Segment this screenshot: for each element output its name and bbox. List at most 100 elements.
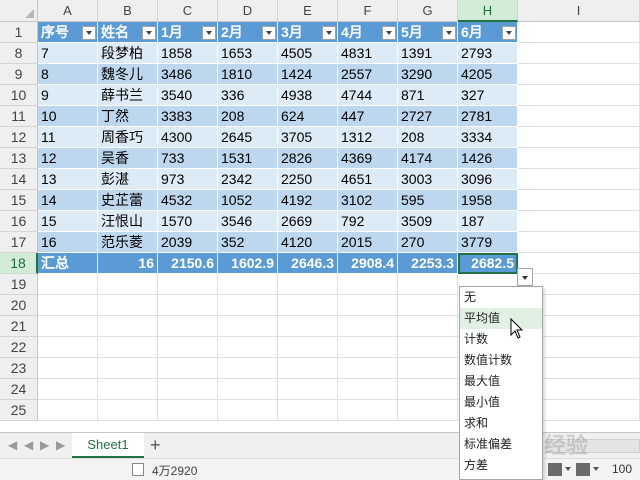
table-cell[interactable]: 1570 <box>158 211 218 232</box>
table-cell[interactable]: 8 <box>38 64 98 85</box>
row-header[interactable]: 17 <box>0 232 38 253</box>
table-cell[interactable]: 1858 <box>158 43 218 64</box>
empty-cell[interactable] <box>338 379 398 400</box>
empty-cell[interactable] <box>158 379 218 400</box>
empty-cell[interactable] <box>278 295 338 316</box>
table-cell[interactable]: 2669 <box>278 211 338 232</box>
column-header-d[interactable]: D <box>218 0 278 22</box>
table-cell[interactable]: 208 <box>218 106 278 127</box>
row-header[interactable]: 24 <box>0 379 38 400</box>
table-cell[interactable]: 4831 <box>338 43 398 64</box>
table-cell[interactable]: 4120 <box>278 232 338 253</box>
empty-cell[interactable] <box>158 316 218 337</box>
row-header[interactable]: 25 <box>0 400 38 421</box>
table-cell[interactable]: 973 <box>158 169 218 190</box>
empty-cell[interactable] <box>518 232 640 253</box>
empty-cell[interactable] <box>398 274 458 295</box>
table-cell[interactable]: 3102 <box>338 190 398 211</box>
table-cell[interactable]: 薛书兰 <box>98 85 158 106</box>
filter-dropdown-icon[interactable] <box>502 26 516 40</box>
table-cell[interactable]: 范乐菱 <box>98 232 158 253</box>
table-cell[interactable]: 4192 <box>278 190 338 211</box>
empty-cell[interactable] <box>518 211 640 232</box>
table-cell[interactable]: 3383 <box>158 106 218 127</box>
table-cell[interactable]: 2727 <box>398 106 458 127</box>
total-cell[interactable]: 2150.6 <box>158 253 218 274</box>
empty-cell[interactable] <box>218 400 278 421</box>
menu-item[interactable]: 求和 <box>460 413 542 434</box>
total-cell[interactable]: 2682.5 <box>458 253 518 274</box>
empty-cell[interactable] <box>98 274 158 295</box>
first-sheet-icon[interactable]: ◀ <box>8 438 17 452</box>
filter-dropdown-icon[interactable] <box>442 26 456 40</box>
table-cell[interactable]: 2557 <box>338 64 398 85</box>
column-header-e[interactable]: E <box>278 0 338 22</box>
table-cell[interactable]: 16 <box>38 232 98 253</box>
table-cell[interactable]: 3546 <box>218 211 278 232</box>
empty-cell[interactable] <box>518 22 640 43</box>
table-cell[interactable]: 史芷蕾 <box>98 190 158 211</box>
table-cell[interactable]: 2781 <box>458 106 518 127</box>
empty-cell[interactable] <box>38 379 98 400</box>
empty-cell[interactable] <box>338 295 398 316</box>
table-cell[interactable]: 3779 <box>458 232 518 253</box>
filter-dropdown-icon[interactable] <box>262 26 276 40</box>
table-cell[interactable]: 3509 <box>398 211 458 232</box>
column-header-a[interactable]: A <box>38 0 98 22</box>
empty-cell[interactable] <box>218 337 278 358</box>
empty-cell[interactable] <box>38 295 98 316</box>
table-cell[interactable]: 彭湛 <box>98 169 158 190</box>
table-cell[interactable]: 1426 <box>458 148 518 169</box>
empty-cell[interactable] <box>218 316 278 337</box>
table-cell[interactable]: 2826 <box>278 148 338 169</box>
empty-cell[interactable] <box>98 295 158 316</box>
column-header-f[interactable]: F <box>338 0 398 22</box>
table-cell[interactable]: 4300 <box>158 127 218 148</box>
sheet-tab-sheet1[interactable]: Sheet1 <box>72 433 144 458</box>
table-cell[interactable]: 2342 <box>218 169 278 190</box>
table-cell[interactable]: 208 <box>398 127 458 148</box>
table-cell[interactable]: 12 <box>38 148 98 169</box>
table-cell[interactable]: 2645 <box>218 127 278 148</box>
table-cell[interactable]: 丁然 <box>98 106 158 127</box>
empty-cell[interactable] <box>38 358 98 379</box>
filter-dropdown-icon[interactable] <box>322 26 336 40</box>
empty-cell[interactable] <box>218 274 278 295</box>
table-cell[interactable]: 2250 <box>278 169 338 190</box>
empty-cell[interactable] <box>278 358 338 379</box>
row-header[interactable]: 12 <box>0 127 38 148</box>
row-header[interactable]: 10 <box>0 85 38 106</box>
table-cell[interactable]: 1424 <box>278 64 338 85</box>
empty-cell[interactable] <box>278 379 338 400</box>
table-cell[interactable]: 11 <box>38 127 98 148</box>
menu-item[interactable]: 最大值 <box>460 371 542 392</box>
table-cell[interactable]: 9 <box>38 85 98 106</box>
row-header[interactable]: 16 <box>0 211 38 232</box>
table-cell[interactable]: 3334 <box>458 127 518 148</box>
table-cell[interactable]: 4532 <box>158 190 218 211</box>
empty-cell[interactable] <box>98 400 158 421</box>
select-all-corner[interactable] <box>0 0 38 22</box>
table-cell[interactable]: 7 <box>38 43 98 64</box>
page-layout-icon[interactable] <box>576 463 590 476</box>
row-header[interactable]: 18 <box>0 253 38 274</box>
table-cell[interactable]: 3290 <box>398 64 458 85</box>
empty-cell[interactable] <box>278 274 338 295</box>
view-chevron-down-icon[interactable] <box>565 467 571 471</box>
prev-sheet-icon[interactable]: ◀ <box>24 438 33 452</box>
table-cell[interactable]: 汪恨山 <box>98 211 158 232</box>
empty-cell[interactable] <box>278 316 338 337</box>
empty-cell[interactable] <box>158 337 218 358</box>
row-header[interactable]: 23 <box>0 358 38 379</box>
empty-cell[interactable] <box>518 253 640 274</box>
row-header[interactable]: 22 <box>0 337 38 358</box>
empty-cell[interactable] <box>398 316 458 337</box>
table-cell[interactable]: 2039 <box>158 232 218 253</box>
total-cell[interactable]: 2253.3 <box>398 253 458 274</box>
empty-cell[interactable] <box>518 169 640 190</box>
table-cell[interactable]: 1810 <box>218 64 278 85</box>
empty-cell[interactable] <box>338 358 398 379</box>
zoom-level[interactable]: 100 <box>612 462 632 476</box>
table-cell[interactable]: 187 <box>458 211 518 232</box>
table-cell[interactable]: 1312 <box>338 127 398 148</box>
